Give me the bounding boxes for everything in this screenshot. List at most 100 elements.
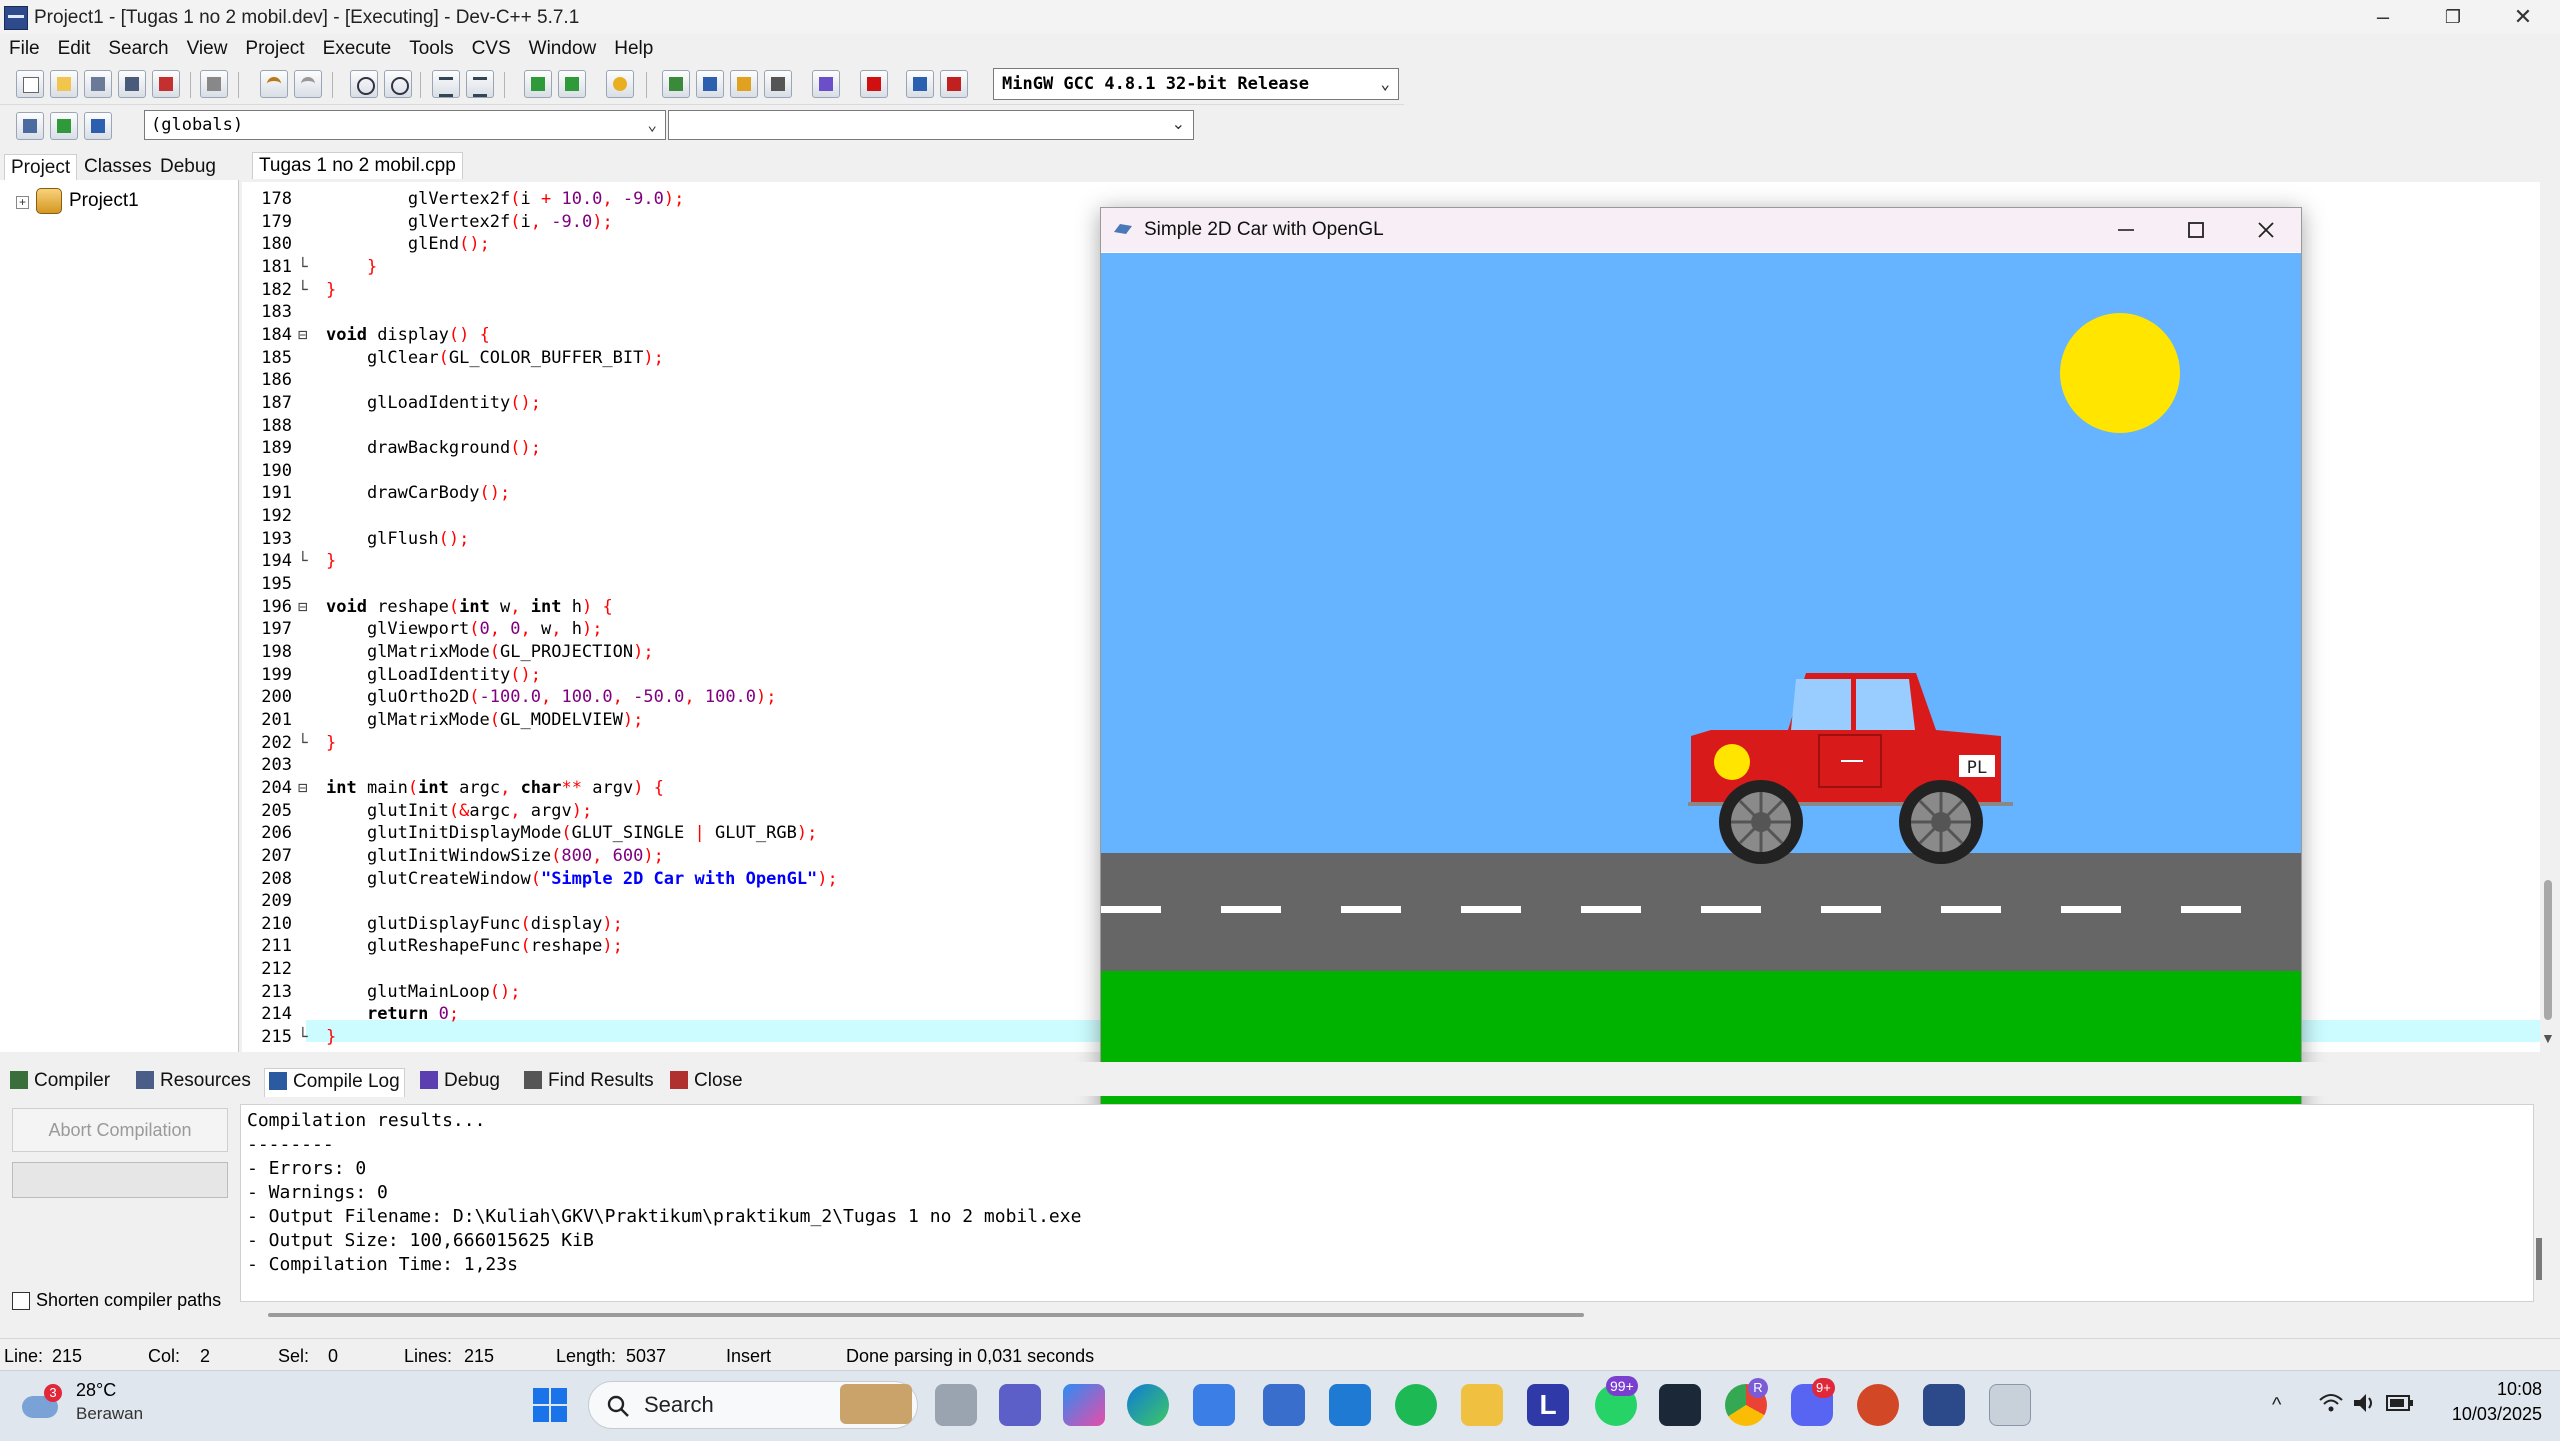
scope-select[interactable]: (globals) ⌄ xyxy=(144,110,666,140)
l-app-icon[interactable]: L xyxy=(1527,1384,1569,1426)
code-line[interactable]: glViewport(0, 0, w, h); xyxy=(326,619,603,639)
replace-icon[interactable] xyxy=(384,70,412,98)
code-line[interactable]: return 0; xyxy=(326,1004,459,1024)
file-explorer-icon[interactable] xyxy=(1461,1384,1503,1426)
goto-icon[interactable] xyxy=(524,70,552,98)
code-line[interactable]: glutMainLoop(); xyxy=(326,982,521,1002)
unindent-icon[interactable] xyxy=(466,70,494,98)
code-line[interactable]: } xyxy=(326,1027,336,1047)
menu-search[interactable]: Search xyxy=(99,34,177,60)
menu-file[interactable]: File xyxy=(0,34,49,60)
indent-icon[interactable] xyxy=(432,70,460,98)
task-view-icon[interactable] xyxy=(935,1384,977,1426)
save-icon[interactable] xyxy=(84,70,112,98)
tab-compile-log[interactable]: Compile Log xyxy=(264,1068,405,1097)
minimize-button[interactable]: – xyxy=(2348,0,2418,34)
menu-edit[interactable]: Edit xyxy=(49,34,100,60)
code-line[interactable]: void reshape(int w, int h) { xyxy=(326,597,613,617)
new-file-icon[interactable] xyxy=(16,70,44,98)
steam-icon[interactable] xyxy=(1659,1384,1701,1426)
code-line[interactable]: glutInit(&argc, argv); xyxy=(326,801,592,821)
print-icon[interactable] xyxy=(200,70,228,98)
code-line[interactable]: } xyxy=(326,280,336,300)
menu-cvs[interactable]: CVS xyxy=(463,34,520,60)
clock-time[interactable]: 10:08 xyxy=(2460,1379,2542,1400)
tab-debug-bottom[interactable]: Debug xyxy=(420,1068,500,1096)
code-line[interactable]: } xyxy=(326,733,336,753)
find-icon[interactable] xyxy=(350,70,378,98)
delete-profile-icon[interactable] xyxy=(940,70,968,98)
code-line[interactable]: glutInitDisplayMode(GLUT_SINGLE | GLUT_R… xyxy=(326,823,817,843)
tab-resources[interactable]: Resources xyxy=(136,1068,251,1096)
code-line[interactable]: glLoadIdentity(); xyxy=(326,393,541,413)
code-line[interactable]: } xyxy=(326,257,377,277)
compile-run-icon[interactable] xyxy=(730,70,758,98)
close-file-icon[interactable] xyxy=(152,70,180,98)
clock-date[interactable]: 10/03/2025 xyxy=(2436,1404,2542,1425)
code-line[interactable]: gluOrtho2D(-100.0, 100.0, -50.0, 100.0); xyxy=(326,687,777,707)
weather-widget[interactable]: 3 xyxy=(22,1384,66,1424)
copilot-icon[interactable] xyxy=(1063,1384,1105,1426)
code-line[interactable]: glVertex2f(i + 10.0, -9.0); xyxy=(326,189,685,209)
code-line[interactable]: glutInitWindowSize(800, 600); xyxy=(326,846,664,866)
compiler-select[interactable]: MinGW GCC 4.8.1 32-bit Release ⌄ xyxy=(993,68,1399,100)
tab-project[interactable]: Project xyxy=(4,154,78,181)
toggle-icon[interactable] xyxy=(50,112,78,140)
project-node[interactable]: Project1 xyxy=(69,190,139,212)
code-line[interactable]: glMatrixMode(GL_MODELVIEW); xyxy=(326,710,643,730)
editor-file-tab[interactable]: Tugas 1 no 2 mobil.cpp xyxy=(252,152,463,179)
log-vertical-scrollbar[interactable] xyxy=(2536,1238,2542,1280)
run-icon[interactable] xyxy=(696,70,724,98)
code-line[interactable]: glVertex2f(i, -9.0); xyxy=(326,212,613,232)
fold-toggle-icon[interactable]: ⊟ xyxy=(298,778,312,797)
tab-compiler[interactable]: Compiler xyxy=(10,1068,110,1096)
powerpoint-icon[interactable] xyxy=(1857,1384,1899,1426)
code-line[interactable]: glClear(GL_COLOR_BUFFER_BIT); xyxy=(326,348,664,368)
fold-toggle-icon[interactable]: ⊟ xyxy=(298,597,312,616)
close-button[interactable]: ✕ xyxy=(2488,0,2558,34)
code-line[interactable]: drawCarBody(); xyxy=(326,483,510,503)
menu-window[interactable]: Window xyxy=(520,34,606,60)
tab-debug[interactable]: Debug xyxy=(154,154,222,180)
goto-back-icon[interactable] xyxy=(558,70,586,98)
wifi-icon[interactable] xyxy=(2318,1392,2344,1414)
syntax-check-icon[interactable] xyxy=(812,70,840,98)
editor-scroll-thumb[interactable] xyxy=(2544,880,2552,1020)
members-select[interactable]: ⌄ xyxy=(668,110,1194,140)
code-line[interactable]: glutDisplayFunc(display); xyxy=(326,914,623,934)
code-line[interactable]: glFlush(); xyxy=(326,529,469,549)
battery-icon[interactable] xyxy=(2386,1394,2414,1412)
shorten-paths-checkbox[interactable] xyxy=(12,1292,30,1310)
code-line[interactable]: glutCreateWindow("Simple 2D Car with Ope… xyxy=(326,869,838,889)
opengl-maximize-button[interactable] xyxy=(2182,218,2210,242)
menu-view[interactable]: View xyxy=(178,34,237,60)
paint-app-icon[interactable] xyxy=(1263,1384,1305,1426)
store-icon[interactable] xyxy=(1193,1384,1235,1426)
insert-icon[interactable] xyxy=(16,112,44,140)
code-line[interactable]: drawBackground(); xyxy=(326,438,541,458)
fold-toggle-icon[interactable]: ⊟ xyxy=(298,325,312,344)
opengl-close-button[interactable] xyxy=(2252,218,2280,242)
profile-icon[interactable] xyxy=(906,70,934,98)
menu-help[interactable]: Help xyxy=(605,34,662,60)
menu-tools[interactable]: Tools xyxy=(400,34,462,60)
code-line[interactable]: glutReshapeFunc(reshape); xyxy=(326,936,623,956)
code-line[interactable]: glMatrixMode(GL_PROJECTION); xyxy=(326,642,654,662)
log-horizontal-scrollbar[interactable] xyxy=(268,1313,1584,1317)
redo-icon[interactable] xyxy=(294,70,322,98)
vscode-icon[interactable] xyxy=(1329,1384,1371,1426)
stop-execution-icon[interactable] xyxy=(860,70,888,98)
start-button[interactable] xyxy=(533,1388,567,1422)
code-line[interactable]: glLoadIdentity(); xyxy=(326,665,541,685)
tab-find-results[interactable]: Find Results xyxy=(524,1068,654,1096)
tab-classes[interactable]: Classes xyxy=(78,154,158,180)
tree-expand-icon[interactable]: + xyxy=(16,196,29,209)
menu-project[interactable]: Project xyxy=(236,34,313,60)
volume-icon[interactable] xyxy=(2352,1392,2376,1414)
tray-overflow-icon[interactable]: ^ xyxy=(2272,1394,2281,1417)
devcpp-taskbar-icon[interactable] xyxy=(1923,1384,1965,1426)
opengl-taskbar-icon[interactable] xyxy=(1989,1384,2031,1426)
maximize-button[interactable]: ❐ xyxy=(2418,0,2488,34)
compile-icon[interactable] xyxy=(662,70,690,98)
scroll-down-icon[interactable]: ▼ xyxy=(2541,1030,2555,1046)
